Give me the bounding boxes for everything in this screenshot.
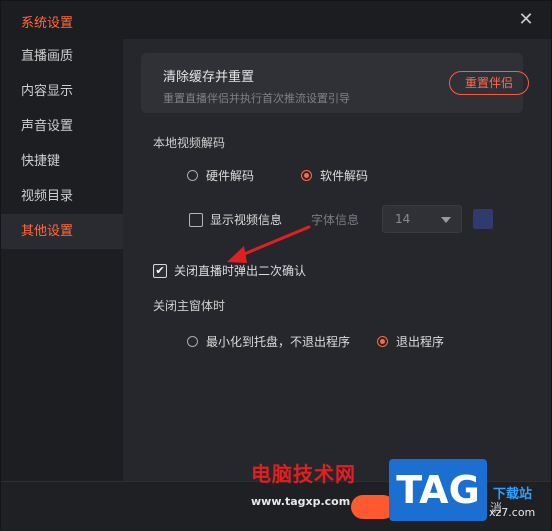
confirm-close-live-label: 关闭直播时弹出二次确认 <box>174 264 307 278</box>
font-size-value: 14 <box>395 212 411 226</box>
video-decode-label: 本地视频解码 <box>153 136 226 150</box>
show-video-info-option[interactable]: 显示视频信息 <box>189 211 282 228</box>
sidebar-item-label: 声音设置 <box>21 119 74 134</box>
minimize-to-tray-label: 最小化到托盘，不退出程序 <box>206 335 351 349</box>
exit-program-option[interactable]: 退出程序 <box>377 333 444 350</box>
watermark-site-url: www.tagxp.com <box>251 495 351 508</box>
watermark-site: 电脑技术网 www.tagxp.com <box>251 458 401 528</box>
software-decode-label: 软件解码 <box>320 169 369 183</box>
title-bar: 系统设置 ✕ <box>1 1 551 39</box>
hardware-decode-option[interactable]: 硬件解码 <box>187 167 254 184</box>
sidebar-item-stream-quality[interactable]: 直播画质 <box>1 39 123 74</box>
exit-program-radio[interactable] <box>377 336 388 347</box>
sidebar-item-content-display[interactable]: 内容显示 <box>1 74 123 109</box>
chevron-down-icon <box>441 217 451 223</box>
sidebar-item-video-directory[interactable]: 视频目录 <box>1 179 123 214</box>
font-color-swatch[interactable] <box>473 209 493 229</box>
hardware-decode-label: 硬件解码 <box>206 169 255 183</box>
cache-reset-card: 清除缓存并重置 重置直播伴侣并执行首次推流设置引导 重置伴侣 <box>141 53 529 113</box>
software-decode-option[interactable]: 软件解码 <box>301 167 368 184</box>
sidebar-item-shortcuts[interactable]: 快捷键 <box>1 144 123 179</box>
sidebar-item-other-settings[interactable]: 其他设置 <box>1 214 123 249</box>
minimize-to-tray-option[interactable]: 最小化到托盘，不退出程序 <box>187 333 350 350</box>
show-video-info-checkbox[interactable] <box>189 212 203 227</box>
settings-sidebar: 直播画质 内容显示 声音设置 快捷键 视频目录 其他设置 <box>1 39 123 481</box>
close-main-window-label: 关闭主窗体时 <box>153 299 226 313</box>
software-decode-radio[interactable] <box>301 170 312 181</box>
sidebar-item-label: 快捷键 <box>21 154 61 169</box>
sidebar-item-label: 视频目录 <box>21 189 74 204</box>
window-title: 系统设置 <box>21 16 74 31</box>
reset-companion-button[interactable]: 重置伴侣 <box>449 71 529 95</box>
watermark-right-text: 下载站 <box>493 487 533 502</box>
exit-program-label: 退出程序 <box>396 335 445 349</box>
sidebar-item-label: 内容显示 <box>21 84 74 99</box>
settings-content: 清除缓存并重置 重置直播伴侣并执行首次推流设置引导 重置伴侣 本地视频解码 硬件… <box>123 39 551 481</box>
sidebar-item-label: 其他设置 <box>21 224 74 239</box>
settings-window: 系统设置 ✕ 直播画质 内容显示 声音设置 快捷键 视频目录 其他设置 清除缓存… <box>0 0 552 530</box>
minimize-to-tray-radio[interactable] <box>187 336 198 347</box>
confirm-close-live-checkbox[interactable]: ✔ <box>153 263 167 278</box>
hardware-decode-radio[interactable] <box>187 170 198 181</box>
watermark-tag-logo: TAG <box>389 459 487 521</box>
watermark-right-url: xz7.com <box>489 506 536 519</box>
sidebar-item-label: 直播画质 <box>21 49 74 64</box>
show-video-info-label: 显示视频信息 <box>210 213 283 227</box>
confirm-close-live-option[interactable]: ✔ 关闭直播时弹出二次确认 <box>153 262 306 279</box>
watermark-site-name: 电脑技术网 <box>251 462 356 486</box>
close-icon[interactable]: ✕ <box>515 9 537 31</box>
cache-reset-title: 清除缓存并重置 <box>163 70 255 85</box>
font-size-select[interactable]: 14 <box>382 205 462 233</box>
cache-reset-subtitle: 重置直播伴侣并执行首次推流设置引导 <box>163 92 350 105</box>
font-info-label: 字体信息 <box>311 213 360 227</box>
sidebar-item-sound-settings[interactable]: 声音设置 <box>1 109 123 144</box>
